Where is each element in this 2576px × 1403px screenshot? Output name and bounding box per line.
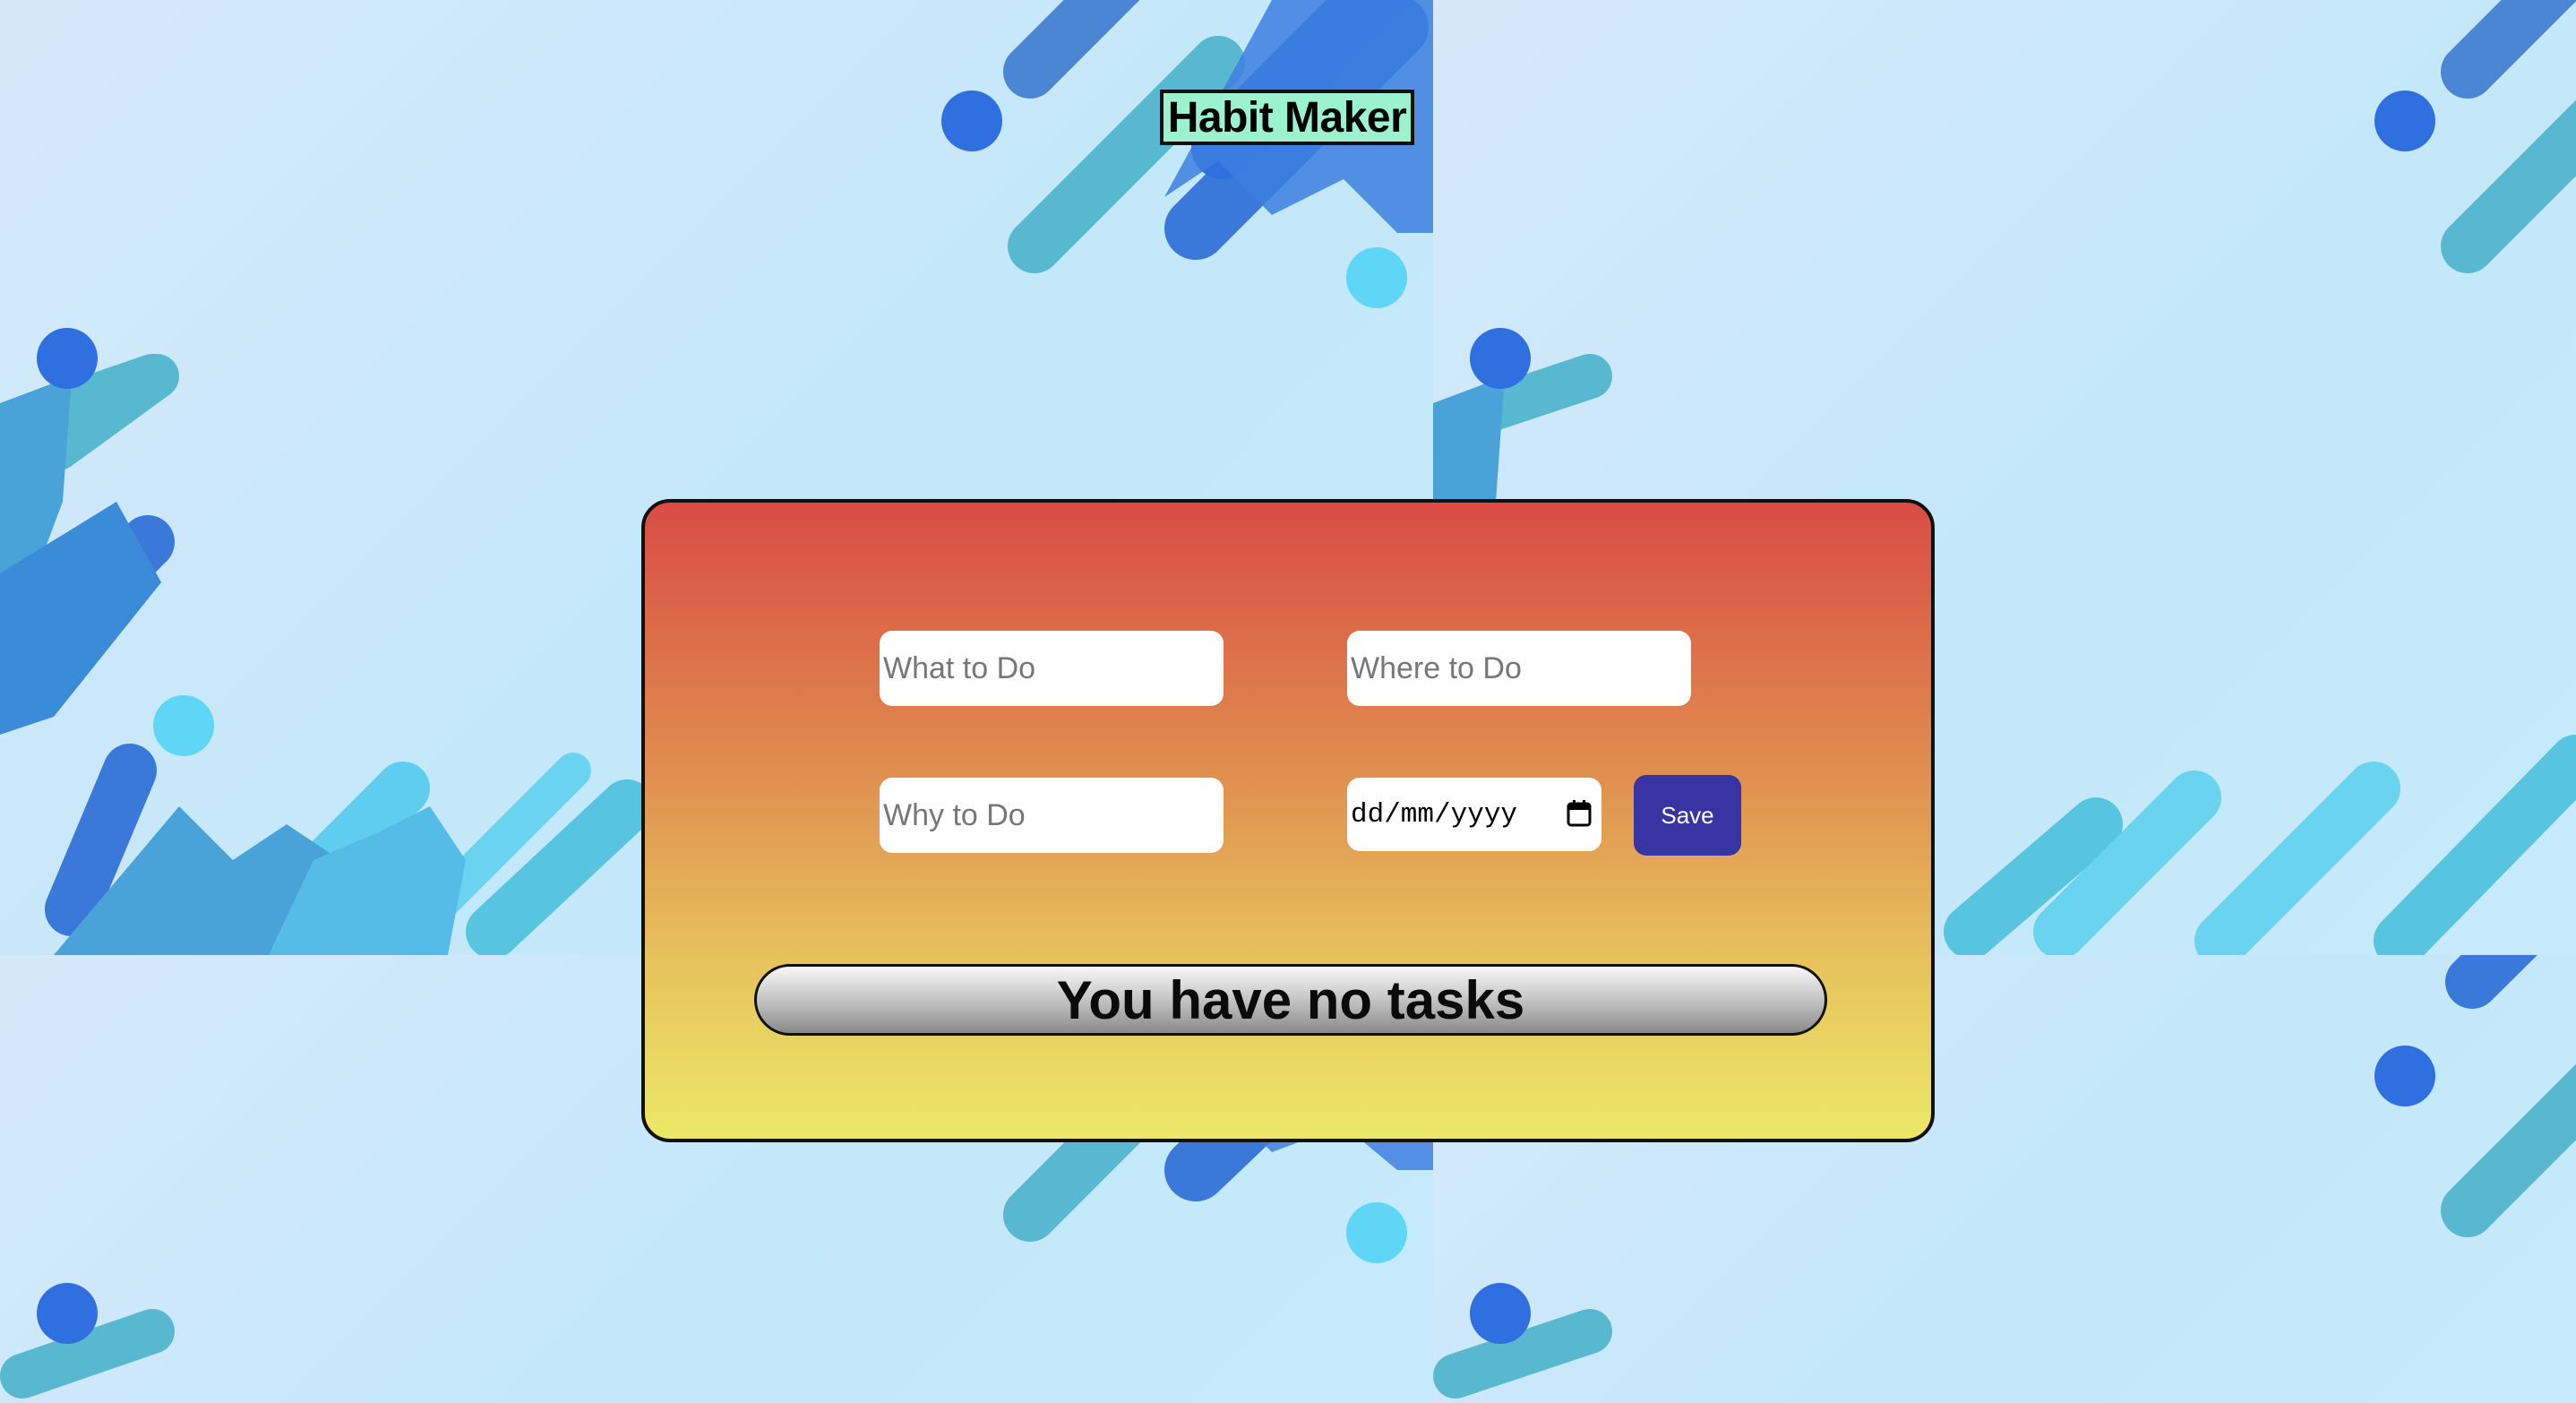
empty-tasks-message: You have no tasks [1056,969,1525,1030]
why-to-do-input[interactable] [880,778,1224,853]
app-title: Habit Maker [1160,90,1414,145]
date-input[interactable]: dd/mm/yyyy [1347,778,1601,851]
save-button[interactable]: Save [1634,775,1741,856]
calendar-icon[interactable] [1566,799,1593,828]
where-to-do-input[interactable] [1347,631,1691,706]
what-to-do-input[interactable] [880,631,1224,706]
task-status-bar: You have no tasks [754,964,1827,1036]
date-placeholder: dd/mm/yyyy [1351,798,1518,831]
habit-form-card: dd/mm/yyyy Save You have no tasks [641,499,1935,1142]
